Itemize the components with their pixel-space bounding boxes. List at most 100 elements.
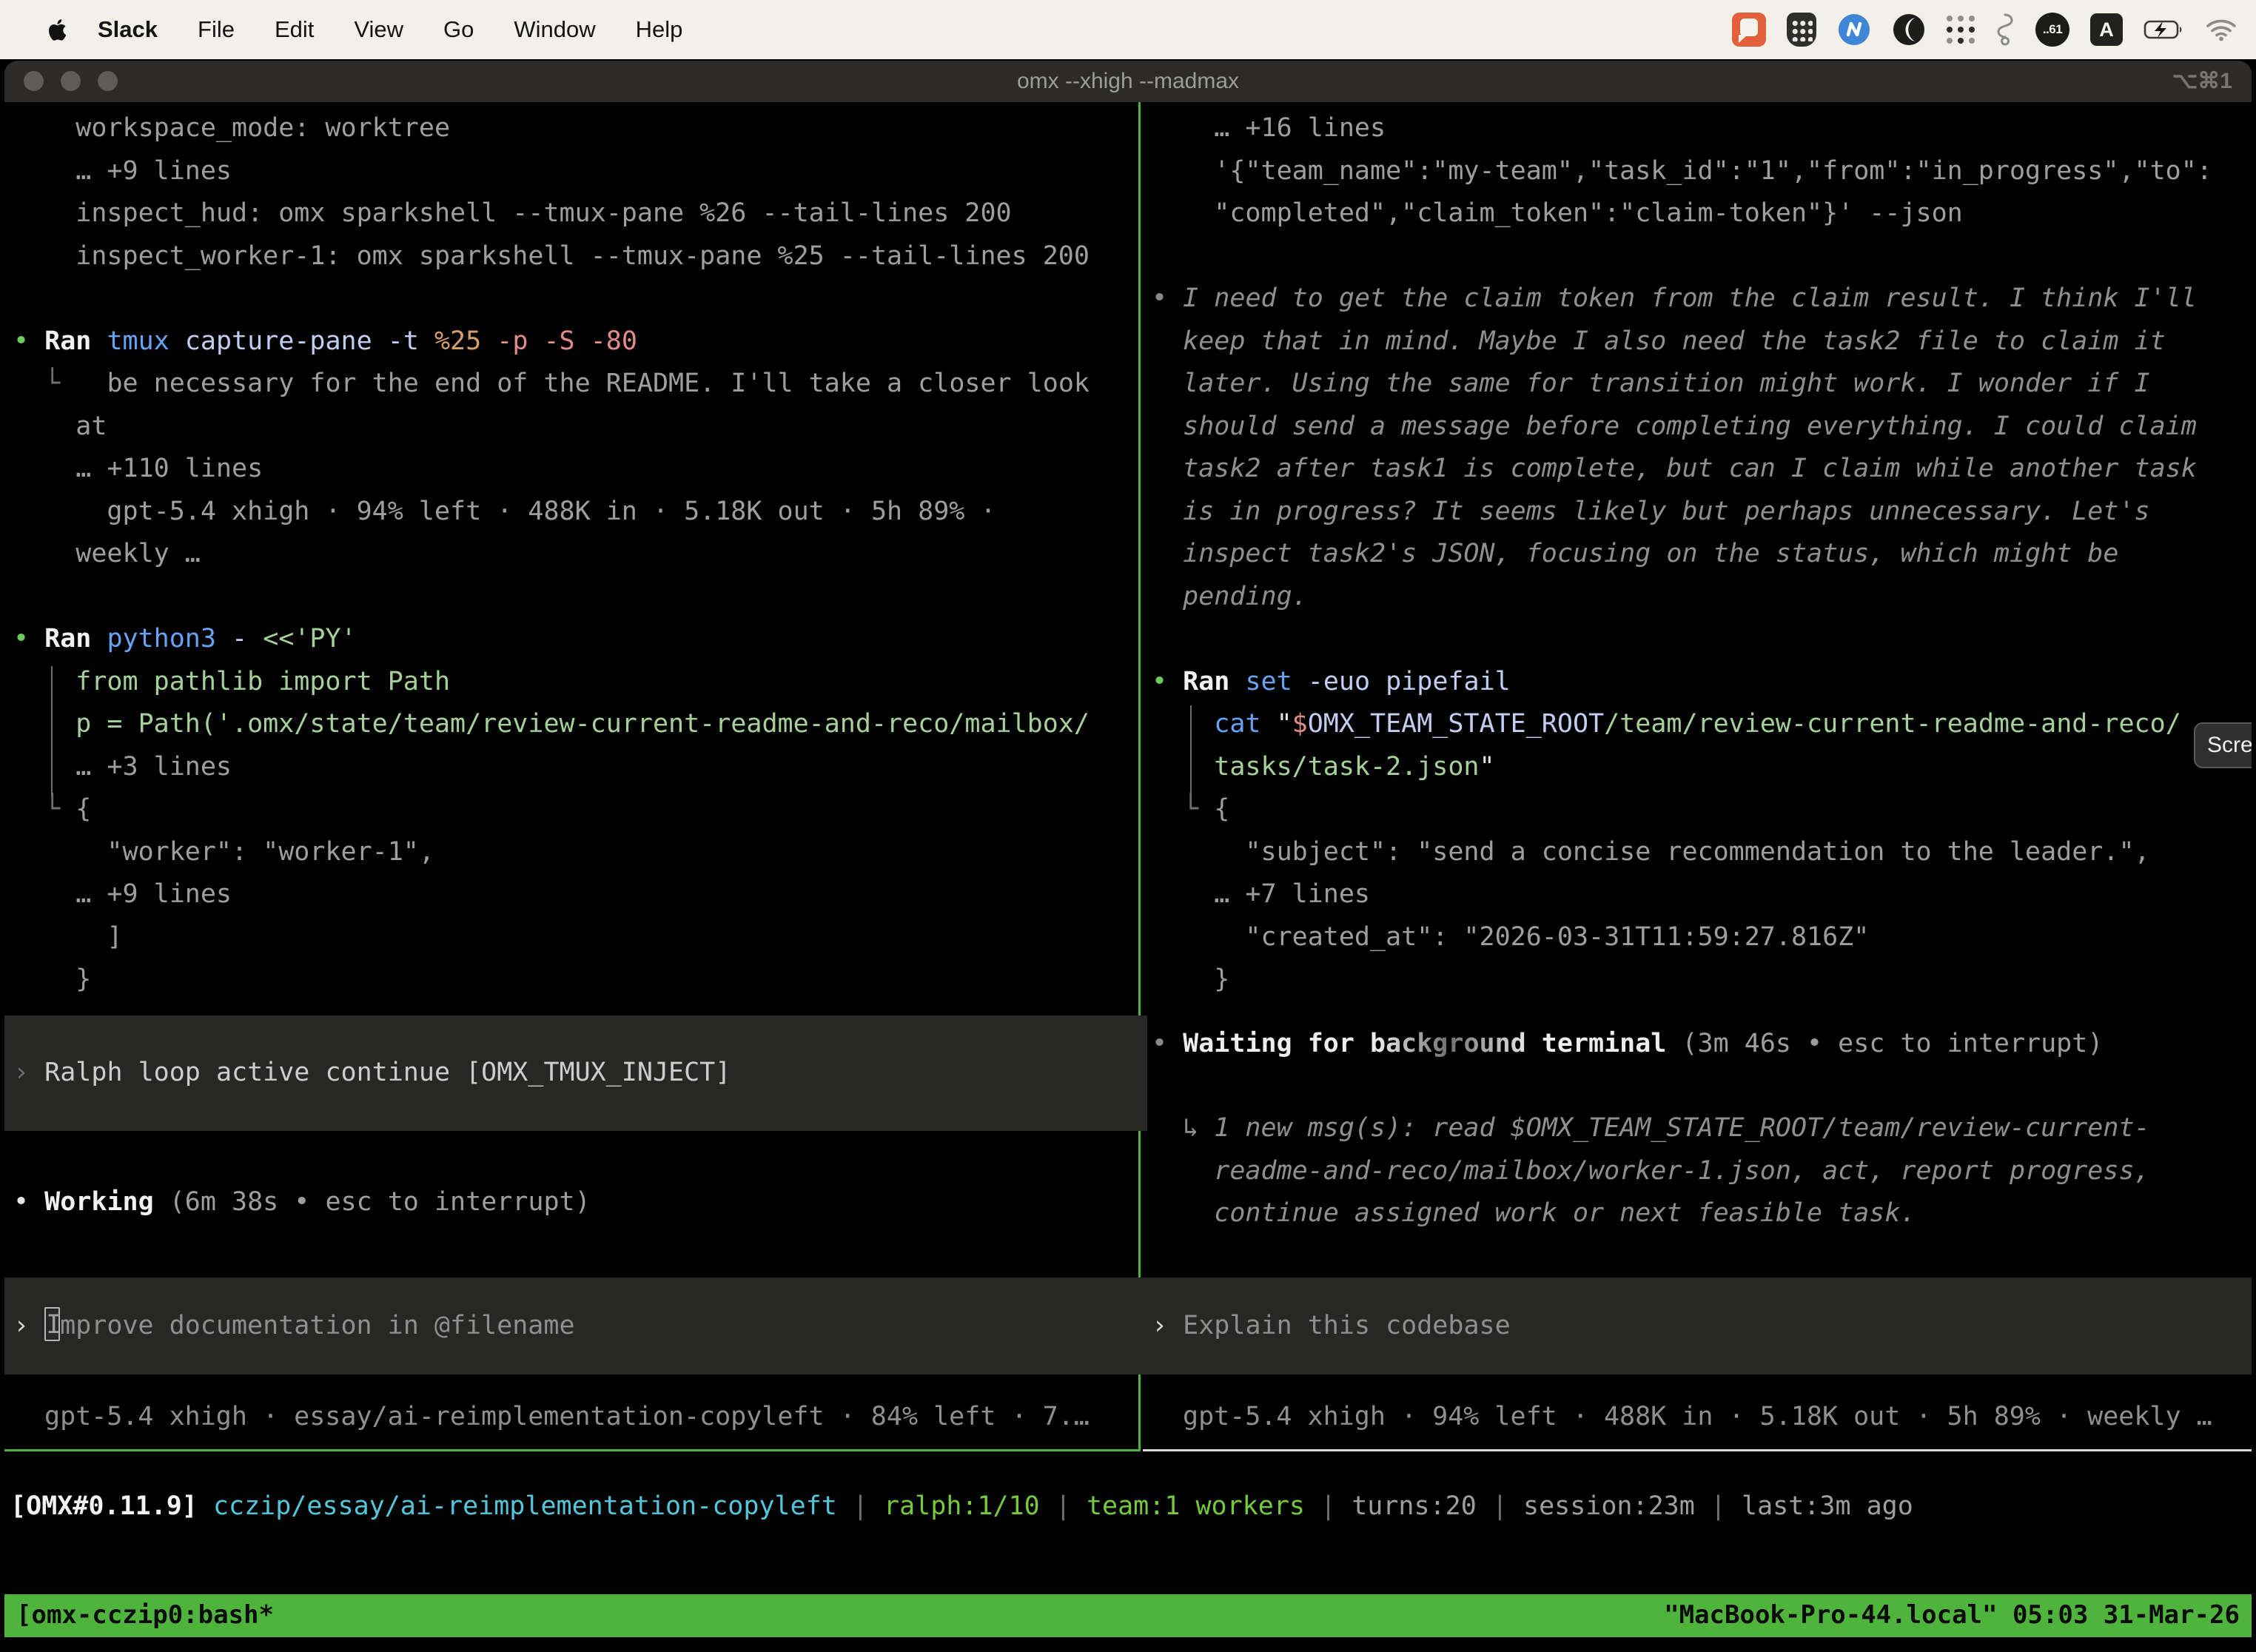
left-pane-bottom-border (4, 1449, 1138, 1451)
menu-item-file[interactable]: File (198, 16, 235, 43)
terminal-line: └ be necessary for the end of the README… (13, 363, 1137, 406)
text-segment: pending. (1152, 582, 1308, 611)
text-segment: -p -S -80 (497, 326, 637, 356)
app-menu-slack[interactable]: Slack (98, 16, 158, 43)
text-segment: "worker": "worker-1", (13, 837, 434, 867)
input-source-icon[interactable]: A (2090, 13, 2123, 46)
text-segment: … +9 lines (13, 879, 232, 909)
terminal-line: … +9 lines (13, 873, 1137, 916)
terminal-line: } (13, 958, 1137, 1001)
text-segment: be necessary for the end of the README. … (107, 369, 1090, 398)
terminal-line: … +7 lines (1152, 873, 2252, 916)
desktop: { "menu_bar": { "app_name": "Slack", "it… (0, 0, 2256, 1652)
tmux-status-bar: [omx-cczip0:bash* "MacBook-Pro-44.local"… (4, 1594, 2252, 1637)
text-segment: Ran (44, 624, 107, 654)
menu-bar-left: Slack File Edit View Go Window Help (0, 15, 682, 44)
terminal-line: inspect task2's JSON, focusing on the st… (1152, 533, 2252, 576)
text-segment: cczip/essay/ai-reimplementation-copyleft (213, 1485, 837, 1528)
timer-badge-icon[interactable]: ..61 (2035, 13, 2069, 47)
terminal-line: continue assigned work or next feasible … (1152, 1192, 2150, 1235)
terminal-content: workspace_mode: worktree … +9 lines insp… (4, 102, 2252, 1652)
menu-item-window[interactable]: Window (514, 16, 595, 43)
terminal-line: "completed","claim_token":"claim-token"}… (1152, 192, 2252, 235)
menu-item-go[interactable]: Go (443, 16, 474, 43)
terminal-line: "subject": "send a concise recommendatio… (1152, 831, 2252, 874)
text-segment: " (1277, 709, 1292, 739)
text-segment: "completed","claim_token":"claim-token"}… (1152, 198, 1963, 228)
terminal-line: tasks/task-2.json" (1152, 746, 2252, 789)
text-segment: (3m 46s • esc to interrupt) (1666, 1029, 2103, 1058)
text-segment: ↳ 1 new msg(s): read $OMX_TEAM_STATE_ROO… (1152, 1113, 2150, 1143)
left-pane-input[interactable]: › Improve documentation in @filename (4, 1277, 1147, 1374)
working-line: • Working (6m 38s • esc to interrupt) (13, 1181, 591, 1224)
text-segment: • (13, 624, 44, 654)
terminal-line: • Ran set -euo pipefail (1152, 661, 2252, 704)
s-hook-icon[interactable] (1995, 13, 2015, 47)
apple-logo-icon (47, 16, 70, 43)
text-segment: | (1040, 1485, 1087, 1528)
text-segment: I need to get the claim token from the c… (1183, 283, 2197, 313)
right-pane-bottom-border (1143, 1449, 2252, 1451)
terminal-line: "worker": "worker-1", (13, 831, 1137, 874)
apple-menu-icon[interactable] (47, 15, 73, 44)
text-segment: OMX_TEAM_STATE_ROOT (1308, 709, 1604, 739)
text-segment: '{"team_name":"my-team","task_id":"1","f… (1152, 156, 2212, 186)
text-segment: (6m 38s • esc to interrupt) (169, 1187, 591, 1217)
terminal-line: task2 after task1 is complete, but can I… (1152, 448, 2252, 491)
terminal-line: pending. (1152, 576, 2252, 619)
window-title: omx --xhigh --madmax (4, 61, 2252, 102)
tmux-host-clock-label: "MacBook-Pro-44.local" 05:03 31-Mar-26 (1664, 1594, 2240, 1637)
terminal-line: … +110 lines (13, 448, 1137, 491)
text-segment: … +7 lines (1152, 879, 1370, 909)
terminal-line: └ { (1152, 788, 2252, 831)
terminal-line: later. Using the same for transition mig… (1152, 363, 2252, 406)
screen-tooltip: Scre (2194, 722, 2252, 768)
window-titlebar[interactable]: omx --xhigh --madmax ⌥⌘1 (4, 61, 2252, 102)
text-segment: p = Path('.omx/state/team/review-current… (13, 709, 1090, 739)
text-segment: weekly … (13, 539, 201, 568)
text-segment: -t (388, 326, 434, 356)
text-segment: inspect_hud: omx sparkshell --tmux-pane … (13, 198, 1012, 228)
text-segment: session:23m (1523, 1485, 1695, 1528)
text-segment: … +16 lines (1152, 113, 1386, 143)
text-segment: /team/review-current-readme-and-reco/ (1604, 709, 2181, 739)
terminal-line: └ { (13, 788, 1137, 831)
terminal-line: • I need to get the claim token from the… (1152, 278, 2252, 320)
text-segment: <<'PY' (263, 624, 356, 654)
blue-bolt-icon[interactable] (1837, 13, 1871, 47)
text-segment: … +110 lines (13, 454, 263, 483)
text-segment: "subject": "send a concise recommendatio… (1152, 837, 2150, 867)
text-segment: • (13, 326, 44, 356)
text-segment: python3 (107, 624, 232, 654)
right-pane-flow: … +16 lines '{"team_name":"my-team","tas… (1152, 107, 2252, 1001)
text-segment: [OMX#0.11.9] (10, 1485, 213, 1528)
right-pane-input[interactable]: › Explain this codebase (1143, 1277, 2252, 1374)
text-segment: … +9 lines (13, 156, 232, 186)
terminal-line: weekly … (13, 533, 1137, 576)
battery-icon[interactable] (2143, 19, 2185, 41)
text-cursor: I (44, 1307, 60, 1341)
terminal-line: } (1152, 958, 2252, 1001)
privacy-shield-icon[interactable] (1787, 13, 1816, 47)
wifi-icon[interactable] (2206, 18, 2237, 41)
terminal-line (1152, 235, 2252, 278)
terminal-line: should send a message before completing … (1152, 406, 2252, 449)
dot-grid-icon[interactable] (1947, 16, 1975, 44)
menu-bar: Slack File Edit View Go Window Help ..61… (0, 0, 2256, 59)
crescent-icon[interactable] (1892, 13, 1926, 47)
ralph-loop-bar: › Ralph loop active continue [OMX_TMUX_I… (4, 1015, 1147, 1131)
text-segment: └ (13, 794, 75, 824)
menu-item-view[interactable]: View (354, 16, 403, 43)
text-segment: Working (44, 1187, 169, 1217)
text-segment: workspace_mode: worktree (13, 113, 450, 143)
menu-item-help[interactable]: Help (636, 16, 683, 43)
terminal-line: • Ran tmux capture-pane -t %25 -p -S -80 (13, 320, 1137, 363)
window-shortcut-hint: ⌥⌘1 (2172, 61, 2232, 102)
terminal-line (13, 278, 1137, 320)
text-segment: Ralph loop active continue [OMX_TMUX_INJ… (44, 1058, 731, 1087)
app-speech-bubble-icon[interactable] (1732, 13, 1766, 47)
menu-item-edit[interactable]: Edit (275, 16, 314, 43)
text-segment: | (837, 1485, 884, 1528)
text-segment: later. Using the same for transition mig… (1152, 369, 2150, 398)
terminal-line: workspace_mode: worktree (13, 107, 1137, 150)
